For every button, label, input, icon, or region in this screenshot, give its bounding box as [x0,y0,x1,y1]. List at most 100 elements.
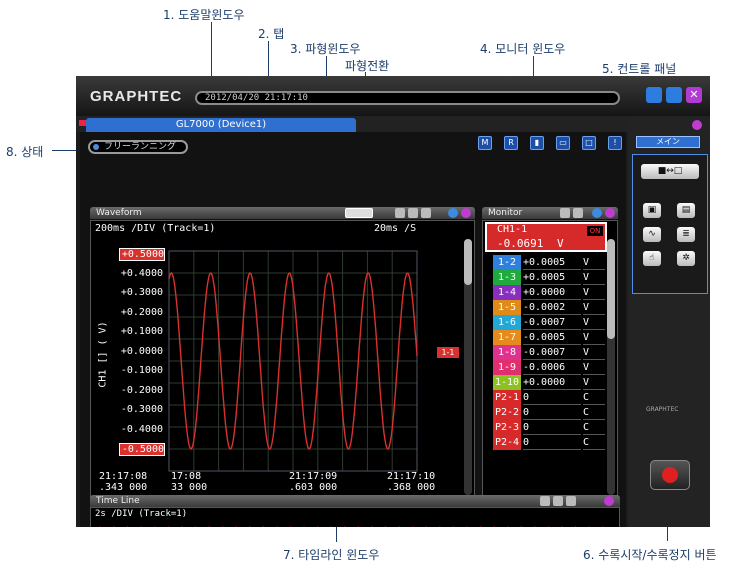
toolbar-file-icon[interactable]: □ [582,136,596,150]
channel-marker: 1-1 [437,347,459,358]
list-button[interactable]: ≣ [677,227,695,242]
monitor-row[interactable]: P2-2 0 C [493,405,605,420]
monitor-row-unit: V [583,270,605,285]
monitor-row-unit: C [583,405,605,420]
x-tick-label: 17:08 33 000 [171,471,208,493]
callout-monitor: 4. 모니터 윈도우 [480,42,566,56]
toolbar-display-icon[interactable]: ▭ [556,136,570,150]
monitor-row-value: 0 [523,405,581,420]
monitor-row-unit: V [583,375,605,390]
monitor-row-label: 1-9 [493,360,521,375]
callout-help: 1. 도움말윈도우 [163,8,245,22]
monitor-row-value: -0.0005 [523,330,581,345]
zoom-icon[interactable] [395,208,405,218]
monitor-row-value: +0.0000 [523,375,581,390]
monitor-scrollbar[interactable] [607,239,615,495]
toolbar-monitor-icon[interactable]: M [478,136,492,150]
monitor-row-unit: V [583,300,605,315]
cursor-icon[interactable] [408,208,418,218]
monitor-min-icon[interactable] [592,208,602,218]
monitor-row-unit: V [583,255,605,270]
wave-button[interactable]: ∿ [643,227,661,242]
monitor-row[interactable]: 1-10 +0.0000 V [493,375,605,390]
monitor-header: Monitor [482,207,618,219]
close-icon[interactable]: ✕ [686,87,702,103]
control-close-icon[interactable] [692,120,702,130]
tab-device1[interactable]: GL7000 (Device1) [86,118,356,132]
title-bar: GRAPHTEC 2012/04/20 21:17:10 ✕ [76,76,710,116]
monitor-row[interactable]: 1-6 -0.0007 V [493,315,605,330]
waveform-min-icon[interactable] [448,208,458,218]
waveform-title: Waveform [96,208,142,218]
timeline-window[interactable]: 2s /DIV (Track=1) [90,507,620,527]
wave-switch-icon[interactable] [345,208,373,218]
monitor-row[interactable]: 1-2 +0.0005 V [493,255,605,270]
scale-icon[interactable] [421,208,431,218]
waveform-rate: 20ms /S [374,223,417,234]
monitor-row-value: 0 [523,435,581,450]
monitor-row-label: 1-10 [493,375,521,390]
timeline-scale-icon[interactable] [566,496,576,506]
monitor-row-unit: V [583,285,605,300]
monitor-row-value: +0.0000 [523,285,581,300]
monitor-row-value: -0.0006 [523,360,581,375]
monitor-list-icon[interactable] [573,208,583,218]
graphtec-app-window: GRAPHTEC 2012/04/20 21:17:10 ✕ GL7000 (D… [76,76,710,527]
monitor-row-unit: C [583,420,605,435]
timeline-title: Time Line [96,496,140,506]
timeline-zoom-icon[interactable] [540,496,550,506]
file-button[interactable]: ▤ [677,203,695,218]
record-start-stop-button[interactable] [650,460,690,490]
monitor-row[interactable]: P2-1 0 C [493,390,605,405]
monitor-row-value: 0 [523,420,581,435]
timeline-close-icon[interactable] [604,496,614,506]
tab-row: GL7000 (Device1) [76,116,710,132]
monitor-row-label: P2-3 [493,420,521,435]
waveform-plot[interactable] [91,239,431,499]
status-dot-icon [93,144,99,150]
toolbar-info-icon[interactable]: ! [608,136,622,150]
switch-button[interactable]: ■↔□ [641,164,699,179]
main-channel-value: -0.0691 [497,237,544,250]
monitor-row[interactable]: 1-7 -0.0005 V [493,330,605,345]
monitor-row-unit: V [583,360,605,375]
monitor-row-unit: C [583,390,605,405]
monitor-row-label: P2-1 [493,390,521,405]
minimize-icon[interactable] [646,87,662,103]
monitor-row-label: 1-6 [493,315,521,330]
callout-control: 5. 컨트롤 패널 [602,62,677,76]
monitor-row[interactable]: P2-3 0 C [493,420,605,435]
monitor-row[interactable]: 1-5 -0.0002 V [493,300,605,315]
main-channel-flag: ON [587,226,603,236]
monitor-row[interactable]: 1-9 -0.0006 V [493,360,605,375]
help-window-datetime[interactable]: 2012/04/20 21:17:10 [195,91,620,105]
timeline-plot[interactable] [91,520,619,527]
waveform-scrollbar[interactable] [464,239,472,495]
screen-button[interactable]: ▣ [643,203,661,218]
timeline-cursor-icon[interactable] [553,496,563,506]
monitor-row-unit: V [583,330,605,345]
waveform-window[interactable]: 200ms /DIV (Track=1) 20ms /S +0.5000 +0.4… [90,220,475,499]
timeline-header: Time Line [90,495,620,507]
monitor-row-label: 1-8 [493,345,521,360]
toolbar-rec-icon[interactable]: R [504,136,518,150]
monitor-row[interactable]: 1-4 +0.0000 V [493,285,605,300]
monitor-window[interactable]: CH1-1 ON -0.0691 V 1-2 +0.0005 V 1-3 +0.0005… [482,220,618,499]
monitor-camera-icon[interactable] [560,208,570,218]
monitor-row-unit: V [583,345,605,360]
waveform-close-icon[interactable] [461,208,471,218]
control-brand-small: GRAPHTEC [646,406,679,413]
control-tab-main[interactable]: メイン [636,136,700,148]
timeline-div: 2s /DIV (Track=1) [95,509,188,519]
callout-record: 6. 수록시작/수록정지 버튼 [583,548,717,562]
maximize-icon[interactable] [666,87,682,103]
monitor-close-icon[interactable] [605,208,615,218]
gear-button[interactable]: ✲ [677,251,695,266]
monitor-row-label: 1-3 [493,270,521,285]
monitor-row[interactable]: P2-4 0 C [493,435,605,450]
hand-button[interactable]: ☝ [643,251,661,266]
monitor-main-channel[interactable]: CH1-1 ON -0.0691 V [485,222,607,252]
monitor-row[interactable]: 1-8 -0.0007 V [493,345,605,360]
monitor-row[interactable]: 1-3 +0.0005 V [493,270,605,285]
toolbar-mark-icon[interactable]: ▮ [530,136,544,150]
